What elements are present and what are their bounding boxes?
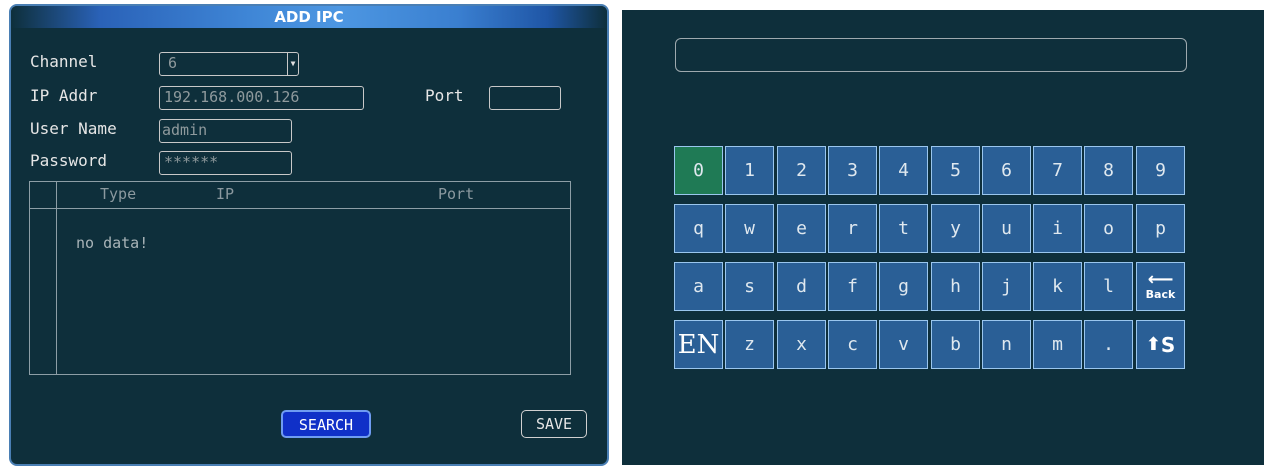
- ip-label: IP Addr: [30, 86, 98, 105]
- empty-message: no data!: [76, 234, 149, 252]
- keyboard-row: EN z x c v b n m. ⬆ S: [674, 318, 1187, 376]
- key-u[interactable]: u: [982, 204, 1031, 253]
- shift-arrow-icon: ⬆: [1145, 334, 1161, 355]
- key-l[interactable]: l: [1084, 262, 1133, 311]
- title-bar: ADD IPC: [11, 6, 607, 28]
- key-h[interactable]: h: [931, 262, 980, 311]
- chevron-down-icon[interactable]: ▼: [287, 53, 298, 75]
- keyboard-row: qwertyuiop: [674, 202, 1187, 260]
- key-g[interactable]: g: [879, 262, 928, 311]
- key-period[interactable]: .: [1084, 320, 1133, 369]
- key-5[interactable]: 5: [931, 146, 980, 195]
- channel-select[interactable]: 6 ▼: [159, 52, 299, 76]
- backspace-key[interactable]: ⟵ Back: [1136, 262, 1185, 311]
- shift-key[interactable]: ⬆ S: [1136, 320, 1185, 369]
- key-v[interactable]: v: [879, 320, 928, 369]
- table-header: Type IP Port: [30, 182, 570, 209]
- key-2[interactable]: 2: [777, 146, 826, 195]
- key-i[interactable]: i: [1033, 204, 1082, 253]
- back-arrow-icon: ⟵ Back: [1145, 269, 1176, 301]
- keyboard-input[interactable]: [675, 38, 1187, 72]
- search-button[interactable]: SEARCH: [281, 410, 371, 438]
- key-n[interactable]: n: [982, 320, 1031, 369]
- dialog-title: ADD IPC: [274, 8, 344, 26]
- ip-field[interactable]: 192.168.000.126: [159, 86, 364, 110]
- key-y[interactable]: y: [931, 204, 980, 253]
- back-label: Back: [1145, 288, 1176, 301]
- key-b[interactable]: b: [931, 320, 980, 369]
- key-e[interactable]: e: [777, 204, 826, 253]
- save-button[interactable]: SAVE: [521, 410, 587, 438]
- col-port: Port: [438, 185, 475, 203]
- password-label: Password: [30, 151, 108, 170]
- key-o[interactable]: o: [1084, 204, 1133, 253]
- key-j[interactable]: j: [982, 262, 1031, 311]
- key-3[interactable]: 3: [828, 146, 877, 195]
- key-0[interactable]: 0: [674, 146, 723, 195]
- key-a[interactable]: a: [674, 262, 723, 311]
- key-t[interactable]: t: [879, 204, 928, 253]
- key-d[interactable]: d: [777, 262, 826, 311]
- key-4[interactable]: 4: [879, 146, 928, 195]
- key-x[interactable]: x: [777, 320, 826, 369]
- key-9[interactable]: 9: [1136, 146, 1185, 195]
- key-f[interactable]: f: [828, 262, 877, 311]
- col-ip: IP: [216, 185, 235, 203]
- key-r[interactable]: r: [828, 204, 877, 253]
- key-p[interactable]: p: [1136, 204, 1185, 253]
- key-c[interactable]: c: [828, 320, 877, 369]
- key-z[interactable]: z: [725, 320, 774, 369]
- key-1[interactable]: 1: [725, 146, 774, 195]
- key-s[interactable]: s: [725, 262, 774, 311]
- keyboard-row: 0123456789: [674, 144, 1187, 202]
- key-6[interactable]: 6: [982, 146, 1031, 195]
- keyboard-keys: 0 1 2 3 4 5 6 7 8 9 q w e r t y u i o p a s d f g h j k l ⟵ Back EN z x c v…: [674, 144, 1187, 376]
- user-field[interactable]: admin: [159, 119, 292, 143]
- key-7[interactable]: 7: [1033, 146, 1082, 195]
- keyboard-panel: 0 1 2 3 4 5 6 7 8 9 q w e r t y u i o p a s d f g h j k l ⟵ Back EN z x c v…: [622, 10, 1264, 465]
- password-field[interactable]: ******: [159, 151, 292, 175]
- key-m[interactable]: m: [1033, 320, 1082, 369]
- key-k[interactable]: k: [1033, 262, 1082, 311]
- key-q[interactable]: q: [674, 204, 723, 253]
- port-field[interactable]: [489, 86, 561, 110]
- language-key[interactable]: EN: [674, 320, 723, 369]
- ipc-table: Type IP Port no data!: [29, 181, 571, 375]
- keyboard-row: a s d f g h j k l ⟵ Back: [674, 260, 1187, 318]
- shift-label: S: [1160, 332, 1176, 357]
- port-label: Port: [425, 86, 464, 105]
- channel-value: 6: [168, 54, 178, 72]
- table-divider: [56, 182, 57, 374]
- channel-label: Channel: [30, 52, 98, 71]
- col-type: Type: [100, 185, 137, 203]
- user-label: User Name: [30, 119, 117, 138]
- key-w[interactable]: w: [725, 204, 774, 253]
- key-8[interactable]: 8: [1084, 146, 1133, 195]
- add-ipc-dialog: ADD IPC Channel 6 ▼ IP Addr 192.168.000.…: [9, 4, 609, 466]
